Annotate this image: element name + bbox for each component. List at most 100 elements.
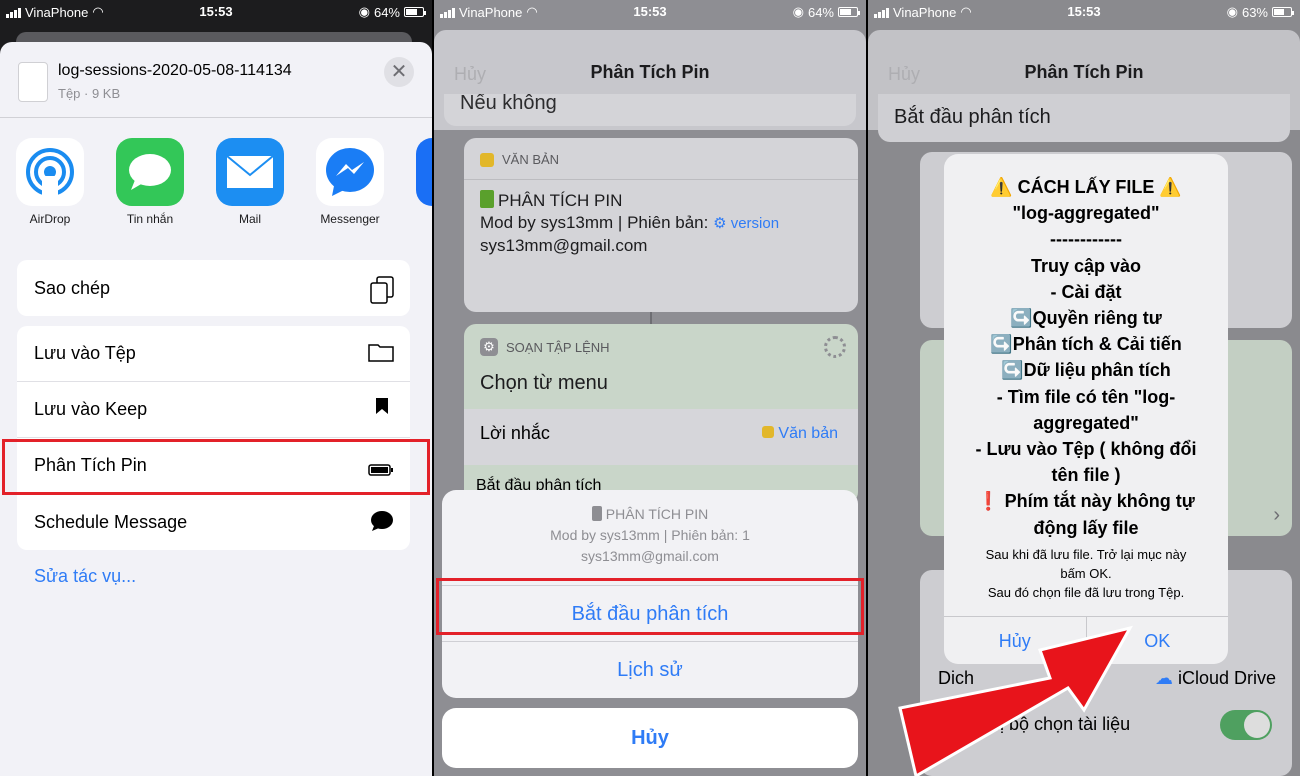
- prompt-row[interactable]: Lời nhắc Văn bản: [464, 409, 858, 465]
- bookmark-icon: [376, 398, 388, 419]
- zalo-icon: [416, 138, 432, 206]
- app-mail[interactable]: Mail: [216, 138, 284, 238]
- version-token[interactable]: ⚙ version: [713, 215, 779, 232]
- alert-submessage: Sau khi đã lưu file. Trở lại mục này bấm …: [960, 545, 1212, 602]
- messages-icon: [116, 138, 184, 206]
- start-item-label: Bắt đầu phân tích: [894, 106, 1051, 128]
- card-header: ⚙ SOẠN TẬP LỆNH: [480, 338, 842, 356]
- action-label: Sao chép: [34, 277, 111, 298]
- text-line1: PHÂN TÍCH PIN: [498, 191, 623, 210]
- nav-title: Phân Tích Pin: [1024, 62, 1144, 82]
- alert-line: ↪️Dữ liệu phân tích: [1001, 360, 1171, 381]
- shortcut-run-panel: VinaPhone ◠ 15:53 ◉ 64% Hủy Phân Tích Pin …: [434, 0, 866, 776]
- lock-rotation-icon: ◉: [1226, 4, 1238, 19]
- lock-rotation-icon: ◉: [358, 4, 370, 19]
- text-action-card[interactable]: VĂN BẢN PHÂN TÍCH PIN Mod by sys13mm | P…: [464, 138, 858, 312]
- battery-percent: 64%: [373, 4, 400, 20]
- file-meta: Tệp · 9 KB: [58, 86, 121, 101]
- alert-line: ❗ Phím tắt này không tự: [977, 491, 1195, 512]
- airdrop-icon: [16, 138, 84, 206]
- file-header: log-sessions-2020-05-08-114134 Tệp · 9 K…: [0, 42, 432, 118]
- nav-bar: Hủy Phân Tích Pin: [434, 42, 866, 102]
- action-save-keep[interactable]: Lưu vào Keep: [17, 382, 410, 438]
- alert-line: Truy cập vào: [1030, 255, 1142, 276]
- alert-line: tên file ): [1051, 465, 1121, 486]
- alert-dialog: ⚠️ CÁCH LẤY FILE ⚠️ "log-aggregated" -----…: [944, 154, 1228, 664]
- status-bar: VinaPhone ◠ 15:53 ◉ 64%: [0, 0, 432, 22]
- battery-icon: [1272, 7, 1294, 17]
- battery-icon: [838, 7, 860, 17]
- battery-percent: 63%: [1241, 4, 1268, 20]
- alert-line: - Tìm file có tên "log-: [996, 386, 1176, 407]
- app-row: AirDrop Tin nhắn Mail Messenger: [16, 138, 432, 238]
- menu-title: Chọn từ menu: [480, 372, 608, 394]
- action-copy[interactable]: Sao chép: [17, 260, 410, 316]
- file-name: log-sessions-2020-05-08-114134: [58, 62, 292, 79]
- highlight-box: [2, 439, 430, 495]
- alert-line: - Cài đặt: [1050, 281, 1122, 302]
- alert-line: - Lưu vào Tệp ( không đổi: [975, 439, 1197, 460]
- battery-emoji-icon: [480, 190, 494, 208]
- mail-icon: [216, 138, 284, 206]
- close-button[interactable]: ✕: [384, 57, 414, 87]
- connector: [650, 312, 652, 324]
- copy-icon: [370, 276, 394, 309]
- alert-line: ------------: [1050, 229, 1122, 250]
- status-bar: VinaPhone ◠ 15:53 ◉ 64%: [434, 0, 866, 22]
- alert-line: "log-aggregated": [1012, 203, 1160, 224]
- script-action-card[interactable]: ⚙ SOẠN TẬP LỆNH Chọn từ menu Lời nhắc Văn…: [464, 324, 858, 504]
- start-item-card: Bắt đầu phân tích: [878, 94, 1290, 142]
- share-sheet: log-sessions-2020-05-08-114134 Tệp · 9 K…: [0, 42, 432, 776]
- alert-line: ↪️Phân tích & Cải tiến: [990, 334, 1182, 355]
- chevron-right-icon: ›: [1273, 504, 1280, 526]
- app-label: Mail: [238, 212, 261, 226]
- battery-emoji-icon: [591, 506, 602, 521]
- messenger-icon: [316, 138, 384, 206]
- text-line3: sys13mm@gmail.com: [480, 236, 648, 255]
- text-line2: Mod by sys13mm | Phiên bản:: [480, 213, 709, 232]
- app-messenger[interactable]: Messenger: [316, 138, 384, 238]
- text-tag-icon: [761, 426, 774, 438]
- highlight-box: [436, 578, 864, 635]
- prompt-label: Lời nhắc: [480, 423, 550, 443]
- edit-actions-link[interactable]: Sửa tác vụ...: [34, 566, 136, 587]
- alert-line: aggregated": [1033, 412, 1139, 433]
- text-tag-icon: [480, 152, 494, 167]
- if-label: Nếu không: [460, 94, 557, 114]
- alert-sub-line: bấm OK.: [1060, 565, 1112, 581]
- sheet-header: PHÂN TÍCH PIN Mod by sys13mm | Phiên bản…: [442, 490, 858, 586]
- chat-bubble-icon: [370, 510, 394, 537]
- action-save-files[interactable]: Lưu vào Tệp: [17, 326, 410, 382]
- copy-group: Sao chép: [17, 260, 410, 316]
- alert-line: động lấy file: [1033, 517, 1139, 538]
- status-bar: VinaPhone ◠ 15:53 ◉ 63%: [868, 0, 1300, 22]
- gear-icon: ⚙: [480, 338, 498, 356]
- alert-line: ↪️Quyền riêng tư: [1010, 308, 1162, 329]
- folder-icon: [368, 342, 394, 367]
- action-schedule-message[interactable]: Schedule Message: [17, 494, 410, 550]
- nav-bar: Hủy Phân Tích Pin: [868, 42, 1300, 102]
- history-button[interactable]: Lịch sử: [442, 642, 858, 698]
- actions-group: Lưu vào Tệp Lưu vào Keep Phân Tích Pin S…: [17, 326, 410, 550]
- action-label: Schedule Message: [34, 511, 188, 532]
- app-messages[interactable]: Tin nhắn: [116, 138, 184, 238]
- sheet-cancel-button[interactable]: Hủy: [442, 708, 858, 768]
- action-label: Lưu vào Tệp: [34, 343, 136, 363]
- app-zalo-partial[interactable]: [416, 138, 432, 238]
- if-card-partial: Nếu không: [444, 94, 856, 126]
- lock-rotation-icon: ◉: [792, 4, 804, 19]
- share-sheet-panel: VinaPhone ◠ 15:53 ◉ 64% log-sessions-2020-…: [0, 0, 432, 776]
- file-icon: [18, 62, 48, 102]
- action-label: Lưu vào Keep: [34, 399, 148, 419]
- app-label: AirDrop: [29, 212, 71, 226]
- alert-message: ⚠️ CÁCH LẤY FILE ⚠️ "log-aggregated" -----…: [960, 174, 1212, 541]
- alert-sub-line: Sau đó chọn file đã lưu trong Tệp.: [987, 584, 1185, 600]
- app-label: Messenger: [320, 212, 380, 226]
- spinner-icon: [824, 336, 846, 358]
- text-token[interactable]: Văn bản: [761, 425, 838, 443]
- app-airdrop[interactable]: AirDrop: [16, 138, 84, 238]
- app-label: Tin nhắn: [126, 212, 174, 226]
- nav-title: Phân Tích Pin: [590, 62, 710, 82]
- battery-percent: 64%: [807, 4, 834, 20]
- alert-line: ⚠️ CÁCH LẤY FILE ⚠️: [990, 177, 1182, 197]
